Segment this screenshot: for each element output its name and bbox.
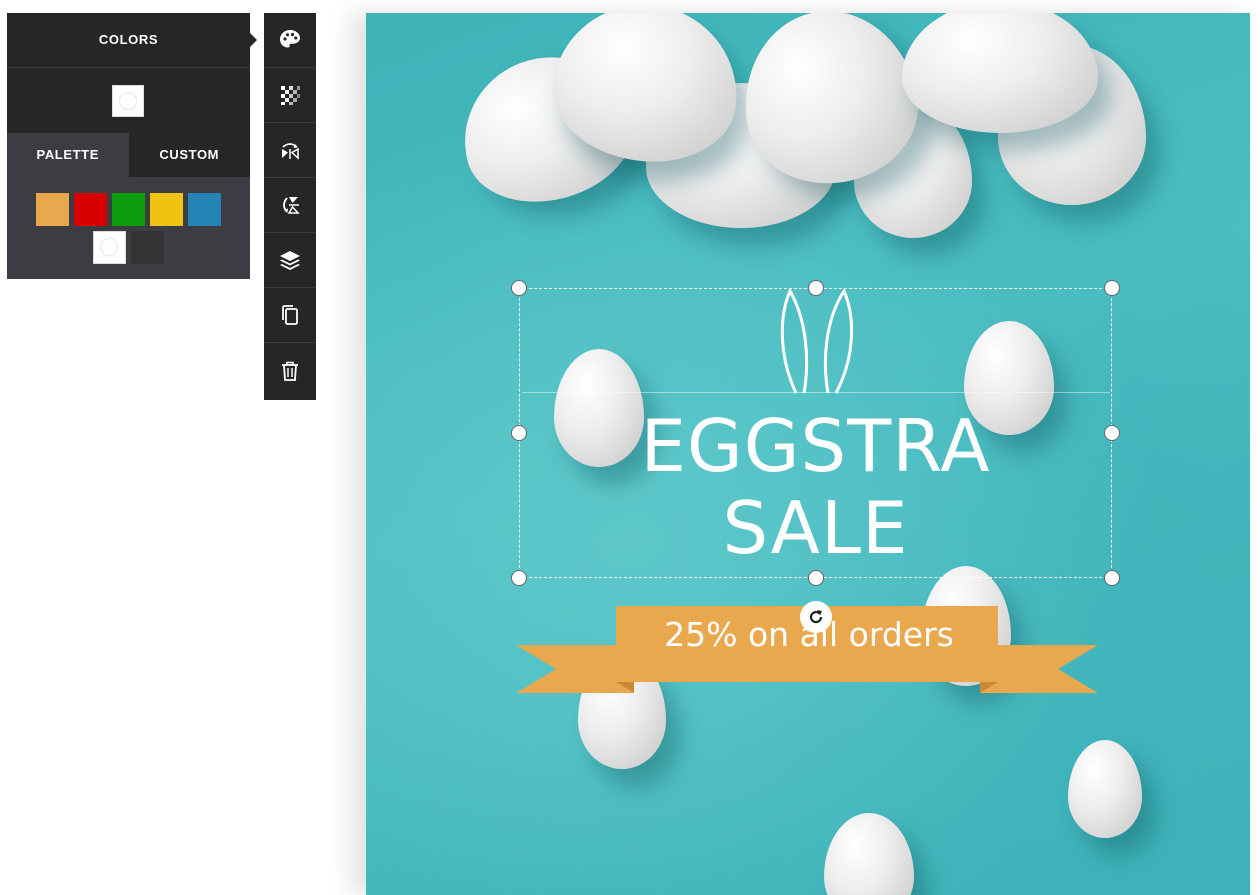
current-color-swatch[interactable] (112, 85, 144, 117)
swatch-dark-gray[interactable] (131, 231, 164, 264)
egg-image (1068, 740, 1142, 838)
delete-tool[interactable] (264, 343, 316, 398)
egg-image (902, 13, 1098, 133)
resize-handle-top[interactable] (808, 280, 824, 296)
swatch-blue[interactable] (188, 193, 221, 226)
tab-palette[interactable]: PALETTE (7, 133, 129, 177)
resize-handle-left[interactable] (511, 425, 527, 441)
palette-tool[interactable] (264, 13, 316, 68)
swatch-orange[interactable] (36, 193, 69, 226)
object-toolbar (264, 13, 316, 400)
resize-handle-bottom-right[interactable] (1104, 570, 1120, 586)
delete-icon (282, 361, 298, 381)
swatch-yellow[interactable] (150, 193, 183, 226)
layers-icon (280, 251, 300, 270)
resize-handle-right[interactable] (1104, 425, 1120, 441)
selection-box (519, 288, 1112, 578)
transparency-icon (281, 86, 300, 105)
resize-handle-top-right[interactable] (1104, 280, 1120, 296)
palette-icon (280, 30, 300, 48)
panel-pointer (250, 33, 257, 47)
transparency-tool[interactable] (264, 68, 316, 123)
flip-vertical-icon (283, 197, 300, 214)
duplicate-icon (282, 305, 298, 325)
tab-custom[interactable]: CUSTOM (128, 133, 250, 177)
colors-panel: COLORS PALETTE CUSTOM (7, 13, 257, 279)
duplicate-tool[interactable] (264, 288, 316, 343)
flip-vertical-tool[interactable] (264, 178, 316, 233)
swatch-red[interactable] (74, 193, 107, 226)
current-color-row (7, 68, 250, 133)
flip-horizontal-tool[interactable] (264, 123, 316, 178)
resize-handle-bottom[interactable] (808, 570, 824, 586)
rotate-handle[interactable] (800, 601, 832, 633)
panel-title: COLORS (7, 13, 250, 68)
design-canvas[interactable]: EGGSTRA SALE 25% on all orders (366, 13, 1250, 895)
resize-handle-top-left[interactable] (511, 280, 527, 296)
layers-tool[interactable] (264, 233, 316, 288)
rotate-icon (809, 610, 823, 624)
color-tabs: PALETTE CUSTOM (7, 133, 250, 177)
egg-image (824, 813, 914, 895)
flip-horizontal-icon (282, 143, 299, 160)
resize-handle-bottom-left[interactable] (511, 570, 527, 586)
swatch-green[interactable] (112, 193, 145, 226)
palette-swatches (7, 177, 250, 279)
swatch-white[interactable] (93, 231, 126, 264)
